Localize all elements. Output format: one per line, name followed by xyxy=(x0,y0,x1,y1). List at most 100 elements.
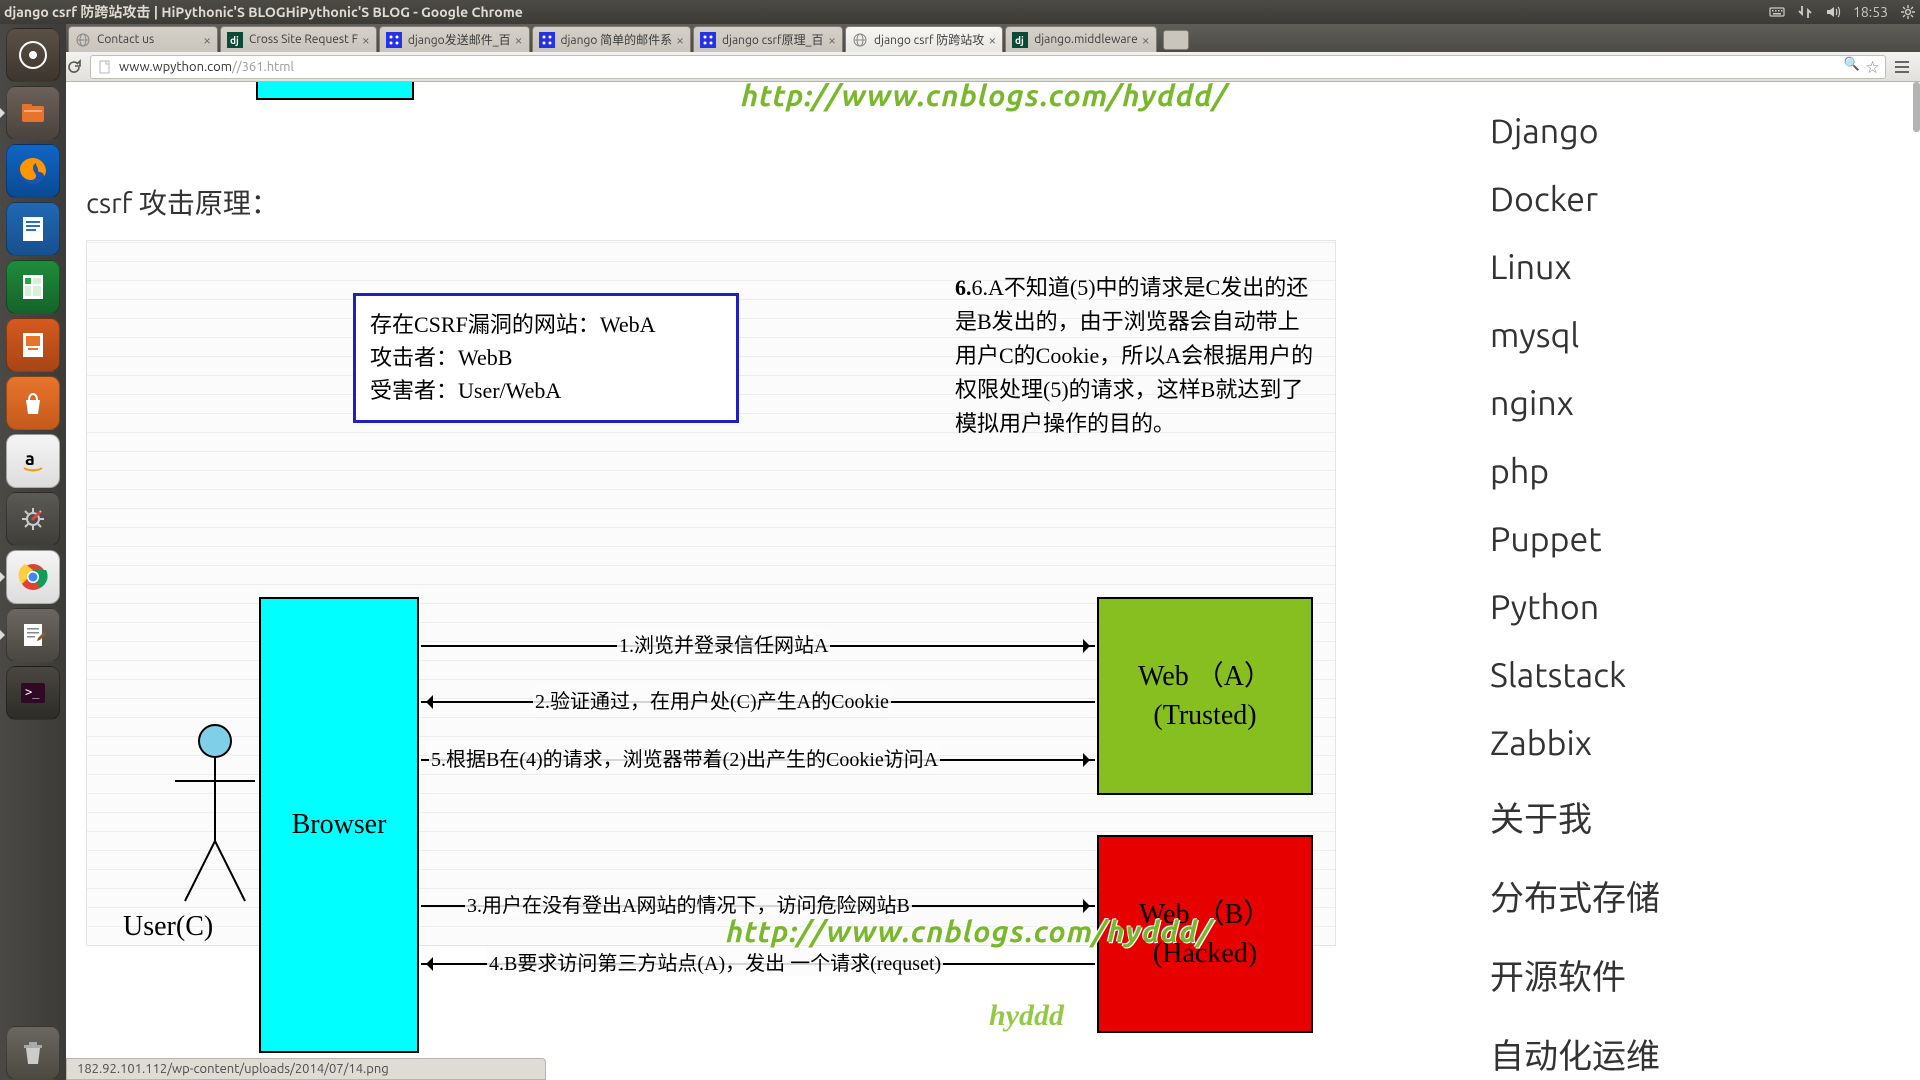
category-sidebar: Django Docker Linux mysql nginx php Pupp… xyxy=(1470,82,1900,1080)
system-menu-bar: django csrf 防跨站攻击 | HiPythonic'S BLOGHiP… xyxy=(0,0,1920,24)
category-link-mysql[interactable]: mysql xyxy=(1490,316,1880,354)
page-icon xyxy=(97,59,113,75)
bottom-watermark: http://www.cnblogs.com/hyddd/ xyxy=(726,914,1213,948)
tab-label: django csrf 防跨站攻 xyxy=(874,31,984,48)
category-link-opensource[interactable]: 开源软件 xyxy=(1490,950,1880,999)
launcher-terminal[interactable]: >_ xyxy=(6,666,60,720)
arrow-5-label: 5.根据B在(4)的请求，浏览器带着(2)出产生的Cookie访问A xyxy=(429,743,940,772)
tab-csrf-attack[interactable]: django csrf 防跨站攻× xyxy=(845,26,1003,52)
category-link-php[interactable]: php xyxy=(1490,452,1880,490)
top-image-fragment: http://www.cnblogs.com/hyddd/ xyxy=(86,82,1416,112)
address-bar[interactable]: www.wpython.com//361.html 🔍 ☆ xyxy=(90,55,1886,79)
scrollbar-thumb[interactable] xyxy=(1913,82,1920,132)
status-url: 182.92.101.112/wp-content/uploads/2014/0… xyxy=(77,1062,389,1076)
legend-box: 存在CSRF漏洞的网站：WebA 攻击者：WebB 受害者：User/WebA xyxy=(353,293,739,423)
category-link-linux[interactable]: Linux xyxy=(1490,248,1880,286)
launcher-writer[interactable] xyxy=(6,202,60,256)
category-link-storage[interactable]: 分布式存储 xyxy=(1490,871,1880,920)
close-icon[interactable]: × xyxy=(988,32,996,48)
tab-label: django.middleware xyxy=(1034,33,1138,46)
network-icon[interactable] xyxy=(1797,4,1813,20)
close-icon[interactable]: × xyxy=(203,32,211,48)
baidu-icon xyxy=(386,32,402,48)
tab-label: Contact us xyxy=(97,33,199,46)
django-icon: dj xyxy=(1012,32,1028,48)
globe-icon xyxy=(852,32,868,48)
tab-django-mail[interactable]: django发送邮件_百× xyxy=(379,26,530,52)
svg-text:dj: dj xyxy=(230,35,239,46)
status-bar: 182.92.101.112/wp-content/uploads/2014/0… xyxy=(66,1058,546,1080)
chrome-menu-button[interactable] xyxy=(1890,55,1914,79)
category-link-about[interactable]: 关于我 xyxy=(1490,792,1880,841)
legend-line: 受害者：User/WebA xyxy=(370,374,722,407)
arrow-4-label: 4.B要求访问第三方站点(A)，发出 一个请求(requset) xyxy=(487,947,943,976)
launcher-chrome[interactable] xyxy=(6,550,60,604)
svg-text:>_: >_ xyxy=(25,685,40,699)
section-heading: csrf 攻击原理： xyxy=(86,182,1416,222)
browser-toolbar: www.wpython.com//361.html 🔍 ☆ xyxy=(0,52,1920,82)
close-icon[interactable]: × xyxy=(676,32,684,48)
arrow-2-label: 2.验证通过，在用户处(C)产生A的Cookie xyxy=(533,685,891,714)
csrf-diagram: 存在CSRF漏洞的网站：WebA 攻击者：WebB 受害者：User/WebA … xyxy=(86,240,1336,946)
window-title: django csrf 防跨站攻击 | HiPythonic'S BLOGHiP… xyxy=(4,2,1769,22)
category-link-devops[interactable]: 自动化运维 xyxy=(1490,1029,1880,1078)
page-viewport: http://www.cnblogs.com/hyddd/ csrf 攻击原理：… xyxy=(66,82,1920,1080)
clock[interactable]: 18:53 xyxy=(1853,4,1888,20)
launcher-files[interactable] xyxy=(6,86,60,140)
diagram-fragment-block xyxy=(256,82,414,100)
web-a-box: Web （A）(Trusted) xyxy=(1097,597,1313,795)
tab-django-simple-mail[interactable]: django 简单的邮件系× xyxy=(532,26,692,52)
tab-middleware[interactable]: dj django.middleware × xyxy=(1005,26,1156,52)
category-link-zabbix[interactable]: Zabbix xyxy=(1490,724,1880,762)
launcher-gedit[interactable] xyxy=(6,608,60,662)
browser-box: Browser xyxy=(259,597,419,1053)
gear-icon[interactable] xyxy=(1900,4,1916,20)
launcher-amazon[interactable]: a xyxy=(6,434,60,488)
tab-cross-site[interactable]: dj Cross Site Request F × xyxy=(220,26,377,52)
tab-contact-us[interactable]: Contact us × xyxy=(68,26,218,52)
launcher-calc[interactable] xyxy=(6,260,60,314)
system-tray: 18:53 xyxy=(1769,4,1916,20)
category-link-puppet[interactable]: Puppet xyxy=(1490,520,1880,558)
category-link-nginx[interactable]: nginx xyxy=(1490,384,1880,422)
category-link-docker[interactable]: Docker xyxy=(1490,180,1880,218)
baidu-icon xyxy=(700,32,716,48)
svg-text:a: a xyxy=(25,449,35,469)
close-icon[interactable]: × xyxy=(515,32,523,48)
keyboard-icon[interactable] xyxy=(1769,4,1785,20)
launcher-dash[interactable] xyxy=(6,28,60,82)
launcher-software[interactable] xyxy=(6,376,60,430)
new-tab-button[interactable] xyxy=(1163,30,1189,50)
close-icon[interactable]: × xyxy=(828,32,836,48)
svg-text:dj: dj xyxy=(1015,35,1024,46)
tab-label: django csrf原理_百 xyxy=(722,31,824,48)
arrow-1-label: 1.浏览并登录信任网站A xyxy=(617,629,830,658)
user-label: User(C) xyxy=(123,911,213,943)
launcher-impress[interactable] xyxy=(6,318,60,372)
note-6-text: 6.6.A不知道(5)中的请求是C发出的还是B发出的，由于浏览器会自动带上用户C… xyxy=(955,271,1315,441)
hyddd-watermark: hyddd xyxy=(989,995,1064,1037)
category-link-slatstack[interactable]: Slatstack xyxy=(1490,656,1880,694)
tab-label: Cross Site Request F xyxy=(249,33,358,46)
browser-tab-strip: Contact us × dj Cross Site Request F × djan… xyxy=(0,24,1920,52)
close-icon[interactable]: × xyxy=(362,32,370,48)
url-host: www.wpython.com xyxy=(119,60,232,74)
user-stickfigure xyxy=(165,721,265,925)
zoom-icon[interactable]: 🔍 xyxy=(1844,57,1860,76)
tab-label: django发送邮件_百 xyxy=(408,31,511,48)
launcher-settings[interactable] xyxy=(6,492,60,546)
category-link-django[interactable]: Django xyxy=(1490,112,1880,150)
django-icon: dj xyxy=(227,32,243,48)
article-content: http://www.cnblogs.com/hyddd/ csrf 攻击原理：… xyxy=(66,82,1436,966)
page-scrollbar[interactable] xyxy=(1908,82,1920,1080)
close-icon[interactable]: × xyxy=(1142,32,1150,48)
volume-icon[interactable] xyxy=(1825,4,1841,20)
bookmark-icon[interactable]: ☆ xyxy=(1866,57,1879,76)
tab-label: django 简单的邮件系 xyxy=(561,31,673,48)
launcher-firefox[interactable] xyxy=(6,144,60,198)
globe-icon xyxy=(75,32,91,48)
launcher-trash[interactable] xyxy=(6,1026,60,1080)
category-link-python[interactable]: Python xyxy=(1490,588,1880,626)
tab-csrf-principle[interactable]: django csrf原理_百× xyxy=(693,26,843,52)
url-path: //361.html xyxy=(232,60,294,74)
